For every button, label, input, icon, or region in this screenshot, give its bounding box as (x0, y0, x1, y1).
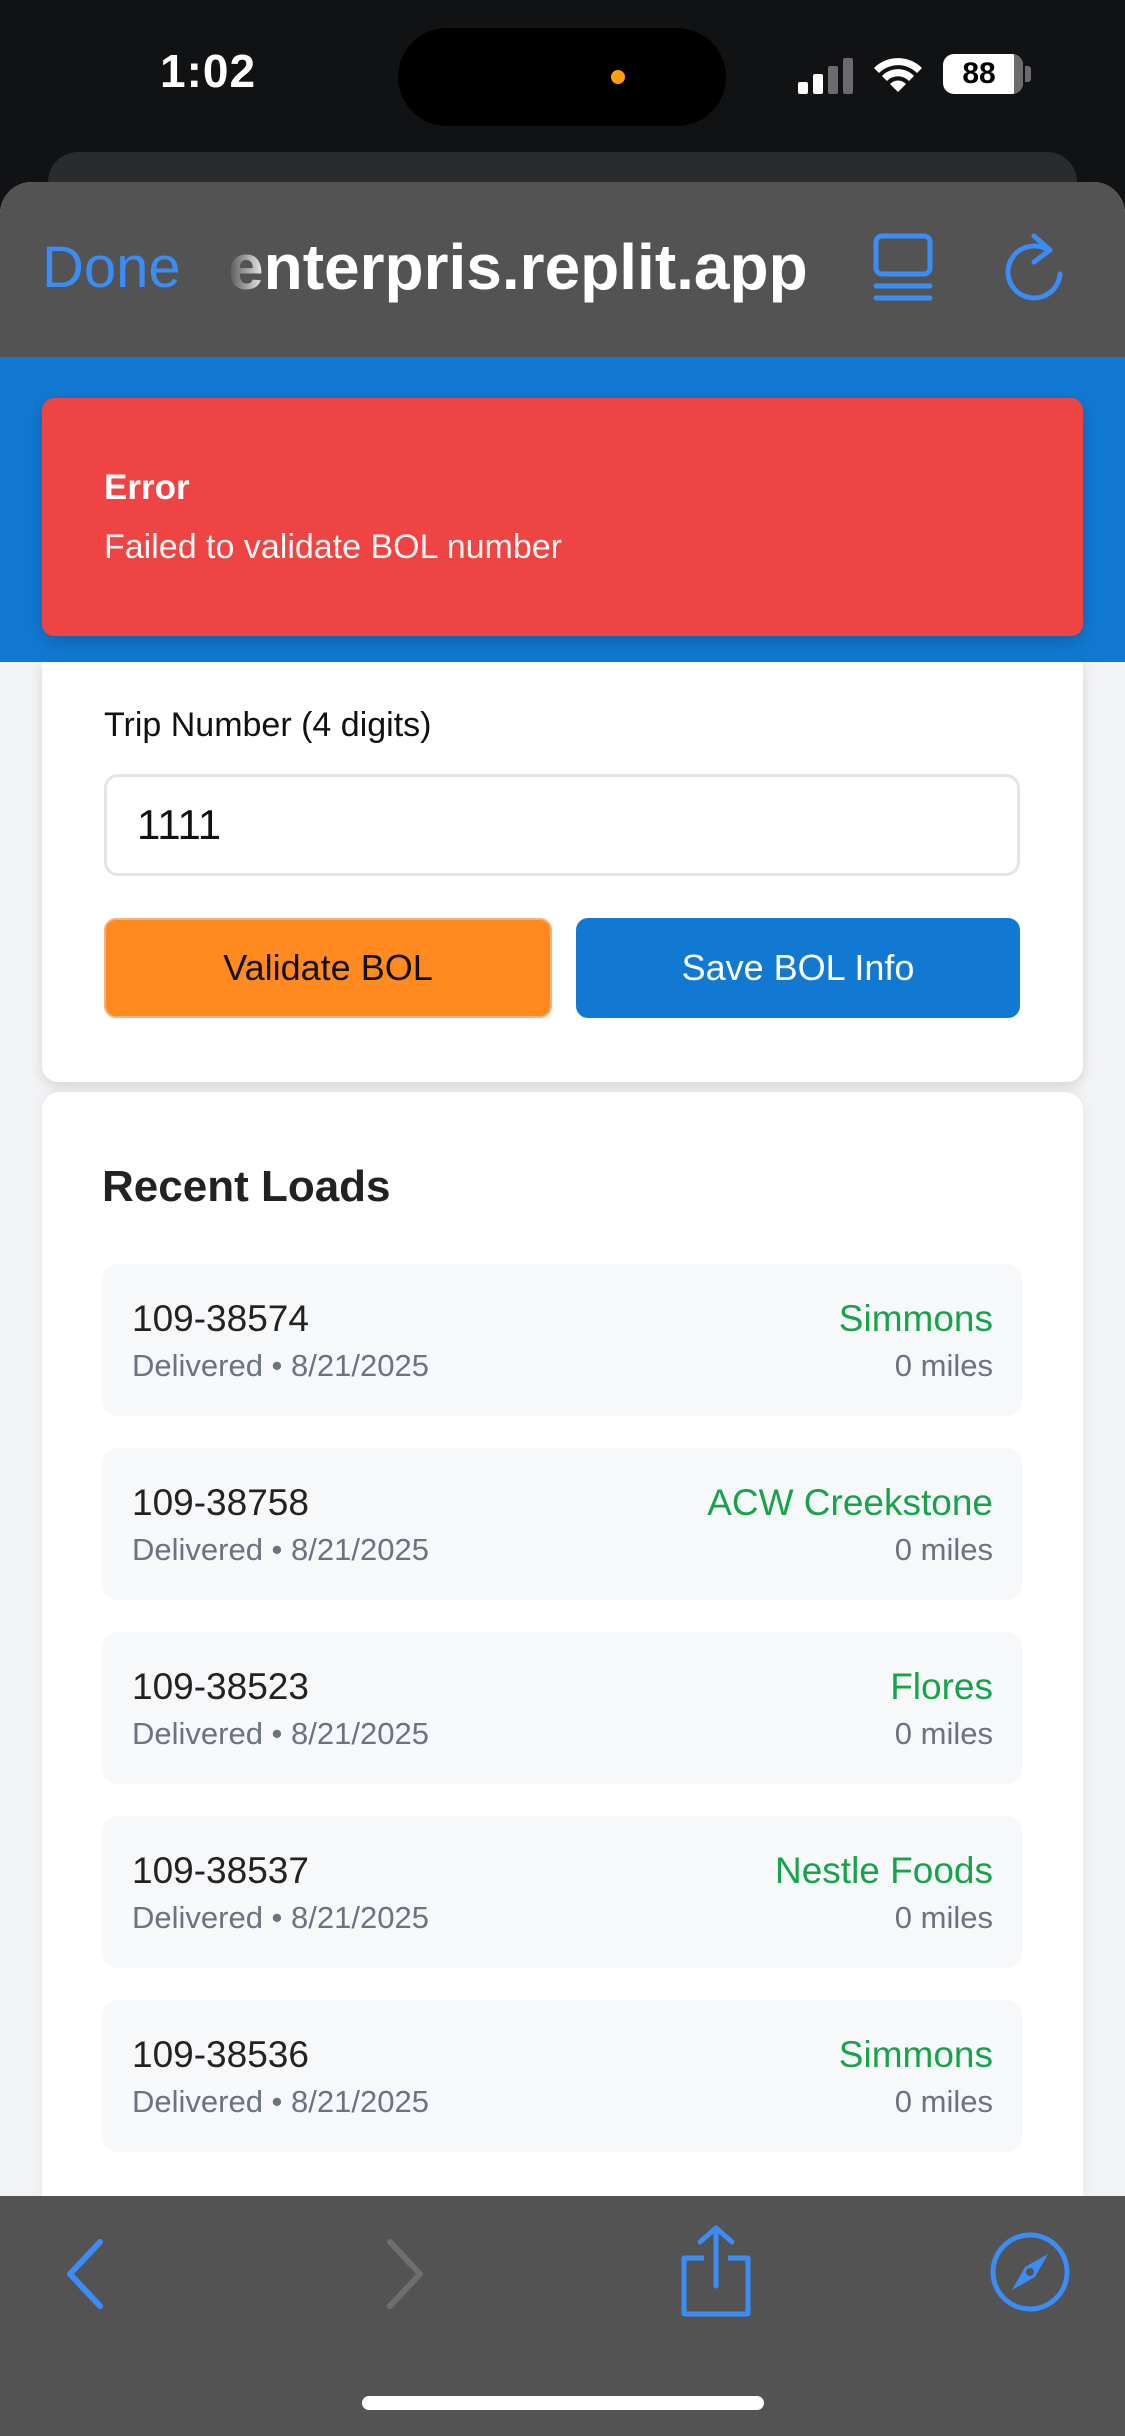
load-miles: 0 miles (894, 1532, 993, 1567)
error-title: Error (104, 468, 190, 507)
browser-sheet: Done enterpris.replit.app Error Failed t… (0, 182, 1125, 2436)
load-customer: Nestle Foods (775, 1850, 993, 1891)
trip-number-input[interactable] (104, 774, 1020, 876)
home-indicator[interactable] (362, 2396, 764, 2410)
load-list: 109-38574 Delivered • 8/21/2025 Simmons … (102, 1264, 1023, 2184)
load-id: 109-38574 (132, 1298, 309, 1339)
load-status-date: Delivered • 8/21/2025 (132, 1716, 429, 1751)
status-time: 1:02 (160, 45, 257, 97)
battery-level: 88 (962, 57, 996, 90)
battery-icon: 88 (943, 54, 1023, 94)
reader-mode-icon[interactable] (872, 232, 934, 304)
error-toast[interactable]: Error Failed to validate BOL number (42, 398, 1083, 636)
load-id: 109-38537 (132, 1850, 309, 1891)
load-list-item[interactable]: 109-38574 Delivered • 8/21/2025 Simmons … (102, 1264, 1023, 1416)
load-miles: 0 miles (894, 1900, 993, 1935)
privacy-indicator-dot (611, 70, 625, 84)
done-button[interactable]: Done (42, 234, 181, 301)
browser-toolbar: Done enterpris.replit.app (0, 182, 1125, 357)
save-bol-info-button[interactable]: Save BOL Info (576, 918, 1020, 1018)
load-customer: ACW Creekstone (707, 1482, 993, 1523)
load-customer: Simmons (838, 1298, 993, 1339)
load-miles: 0 miles (894, 2084, 993, 2119)
trip-number-label: Trip Number (4 digits) (104, 706, 432, 744)
chevron-right-icon[interactable] (380, 2234, 430, 2314)
share-icon[interactable] (678, 2224, 754, 2320)
load-status-date: Delivered • 8/21/2025 (132, 1348, 429, 1383)
load-id: 109-38758 (132, 1482, 309, 1523)
wifi-icon (874, 58, 922, 92)
load-customer: Flores (890, 1666, 993, 1707)
recent-loads-title: Recent Loads (102, 1162, 391, 1211)
url-address[interactable]: enterpris.replit.app (228, 230, 848, 304)
load-list-item[interactable]: 109-38536 Delivered • 8/21/2025 Simmons … (102, 2000, 1023, 2152)
load-list-item[interactable]: 109-38537 Delivered • 8/21/2025 Nestle F… (102, 1816, 1023, 1968)
url-fade (228, 222, 268, 312)
load-status-date: Delivered • 8/21/2025 (132, 1532, 429, 1567)
battery-nub (1025, 66, 1031, 82)
load-id: 109-38536 (132, 2034, 309, 2075)
load-list-item[interactable]: 109-38523 Delivered • 8/21/2025 Flores 0… (102, 1632, 1023, 1784)
load-id: 109-38523 (132, 1666, 309, 1707)
load-status-date: Delivered • 8/21/2025 (132, 1900, 429, 1935)
load-status-date: Delivered • 8/21/2025 (132, 2084, 429, 2119)
cellular-signal-icon (798, 58, 856, 94)
compass-icon[interactable] (988, 2230, 1072, 2314)
reload-icon[interactable] (1000, 230, 1068, 306)
chevron-left-icon[interactable] (60, 2234, 110, 2314)
load-miles: 0 miles (894, 1348, 993, 1383)
status-bar: 1:02 88 (0, 0, 1125, 150)
load-list-item[interactable]: 109-38758 Delivered • 8/21/2025 ACW Cree… (102, 1448, 1023, 1600)
error-message: Failed to validate BOL number (104, 528, 562, 566)
bol-form-card: Trip Number (4 digits) Validate BOL Save… (42, 662, 1083, 1082)
validate-bol-button[interactable]: Validate BOL (104, 918, 552, 1018)
load-miles: 0 miles (894, 1716, 993, 1751)
load-customer: Simmons (838, 2034, 993, 2075)
dynamic-island (398, 28, 726, 126)
